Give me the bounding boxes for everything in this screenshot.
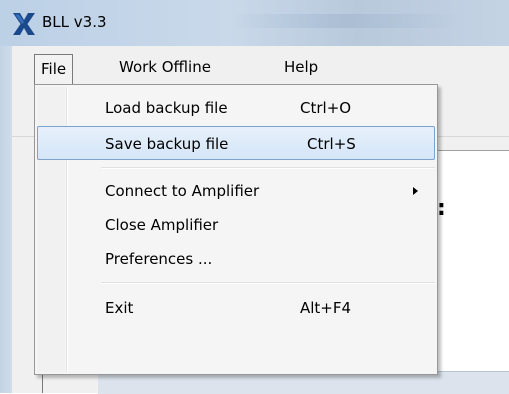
menu-bar: File Work Offline Help bbox=[12, 46, 509, 88]
x-logo-icon bbox=[12, 12, 36, 36]
menu-help[interactable]: Help bbox=[284, 56, 318, 78]
menu-item-shortcut: Ctrl+S bbox=[307, 135, 356, 153]
menu-work-offline[interactable]: Work Offline bbox=[119, 56, 211, 78]
menu-item-exit[interactable]: Exit Alt+F4 bbox=[37, 291, 435, 325]
menu-file[interactable]: File bbox=[34, 54, 74, 84]
partial-label: : bbox=[437, 196, 446, 221]
file-menu-dropdown: Load backup file Ctrl+O Save backup file… bbox=[34, 84, 438, 375]
menu-separator bbox=[101, 282, 435, 284]
menu-item-save-backup[interactable]: Save backup file Ctrl+S bbox=[37, 126, 435, 160]
menu-item-shortcut: Alt+F4 bbox=[300, 299, 352, 317]
menu-item-close-amplifier[interactable]: Close Amplifier bbox=[37, 208, 435, 242]
title-blur bbox=[230, 14, 460, 28]
menu-item-label: Load backup file bbox=[105, 99, 228, 117]
window-frame-left bbox=[0, 46, 12, 393]
menu-item-load-backup[interactable]: Load backup file Ctrl+O bbox=[37, 91, 435, 125]
menu-item-label: Close Amplifier bbox=[105, 216, 219, 234]
title-bar[interactable]: BLL v3.3 bbox=[0, 0, 509, 46]
menu-item-shortcut: Ctrl+O bbox=[300, 99, 352, 117]
menu-item-label: Exit bbox=[105, 299, 134, 317]
menu-item-preferences[interactable]: Preferences ... bbox=[37, 242, 435, 276]
menu-item-label: Save backup file bbox=[105, 135, 229, 153]
window-title: BLL v3.3 bbox=[42, 13, 107, 31]
app-window: BLL v3.3 File Work Offline Help : Load b… bbox=[0, 0, 509, 394]
menu-item-connect-amplifier[interactable]: Connect to Amplifier bbox=[37, 174, 435, 208]
menu-separator bbox=[101, 167, 435, 169]
menu-item-label: Connect to Amplifier bbox=[105, 182, 260, 200]
menu-item-label: Preferences ... bbox=[105, 250, 213, 268]
